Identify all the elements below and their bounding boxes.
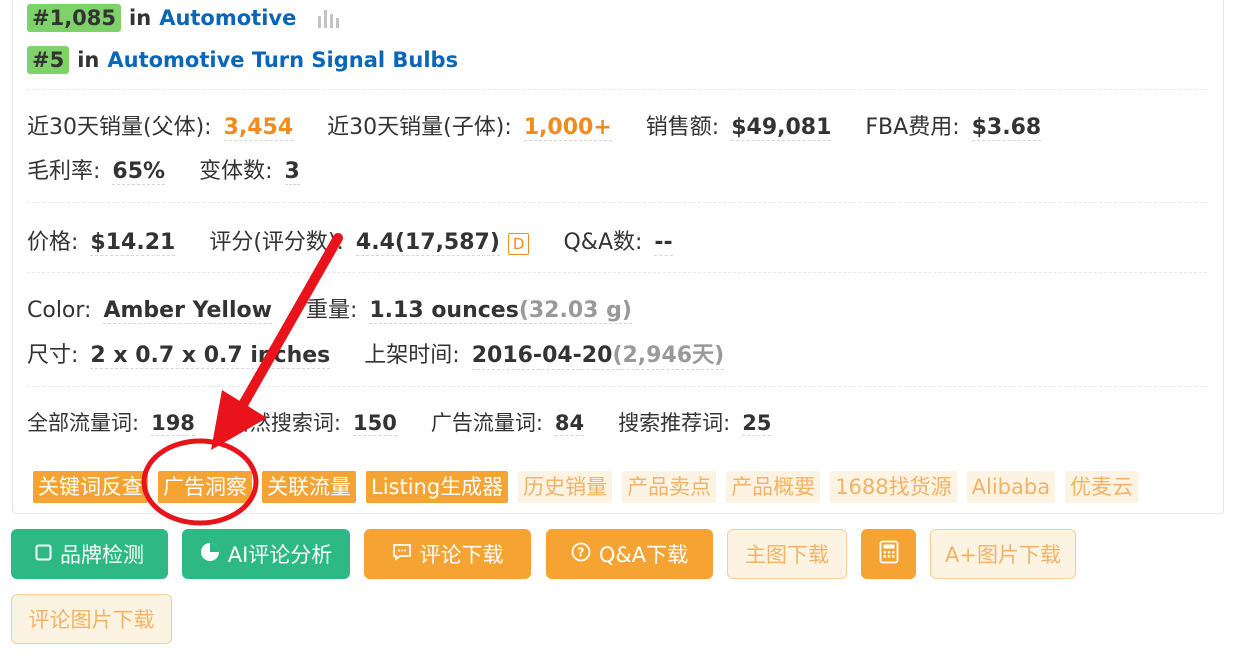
all-keywords-label: 全部流量词:: [27, 411, 140, 435]
margin-value: 65%: [112, 159, 166, 185]
rating-value: 4.4(17,587): [355, 230, 500, 256]
rank-in-text: in: [77, 48, 100, 72]
tag-related-traffic[interactable]: 关联流量: [262, 471, 356, 503]
rating-grade-badge[interactable]: D: [507, 233, 530, 255]
weight-label: 重量:: [305, 298, 358, 323]
all-keywords-value[interactable]: 198: [151, 411, 195, 436]
qa-count-label: Q&A数:: [563, 230, 643, 255]
svg-text:?: ?: [577, 545, 584, 559]
variants-label: 变体数:: [199, 159, 273, 184]
fba-fee-label: FBA费用:: [865, 115, 960, 140]
ad-keywords-label: 广告流量词:: [430, 411, 543, 435]
weight-value: 1.13 ounces(32.03 g): [369, 298, 632, 324]
tag-sales-history[interactable]: 历史销量: [518, 471, 613, 503]
tag-youmaiyun[interactable]: 优麦云: [1065, 471, 1139, 503]
revenue-value: $49,081: [731, 115, 832, 141]
main-image-download-label: 主图下载: [745, 543, 829, 567]
variants-value: 3: [284, 159, 300, 185]
rank-category-link[interactable]: Automotive: [159, 6, 296, 30]
size-value: 2 x 0.7 x 0.7 inches: [90, 343, 331, 369]
tag-product-summary[interactable]: 产品概要: [726, 471, 821, 503]
weight-ounces: 1.13 ounces: [369, 298, 519, 323]
square-icon: [35, 542, 52, 566]
brand-check-button[interactable]: 品牌检测: [11, 529, 168, 579]
organic-keywords-label: 自然搜索词:: [228, 411, 341, 435]
ai-review-analysis-label: AI评论分析: [227, 543, 333, 567]
rating-label: 评分(评分数):: [209, 230, 344, 255]
color-label: Color:: [27, 298, 92, 323]
listed-date-label: 上架时间:: [364, 343, 460, 368]
aplus-image-download-label: A+图片下载: [945, 543, 1061, 567]
question-circle-icon: ?: [571, 542, 591, 567]
sales-row-1: 近30天销量(父体): 3,454 近30天销量(子体): 1,000+ 销售额: $…: [27, 109, 1075, 141]
rank-row-turn-signal: #5 in Automotive Turn Signal Bulbs: [27, 46, 458, 74]
tag-alibaba[interactable]: Alibaba: [966, 471, 1056, 503]
attributes-row-1: Color: Amber Yellow 重量: 1.13 ounces(32.03 …: [27, 292, 666, 324]
review-image-download-label: 评论图片下载: [28, 608, 155, 632]
qa-download-button[interactable]: ? Q&A下载: [546, 529, 713, 579]
listed-date: 2016-04-20: [471, 343, 613, 368]
attributes-row-2: 尺寸: 2 x 0.7 x 0.7 inches 上架时间: 2016-04-20(…: [27, 337, 758, 370]
qa-count-value: --: [654, 230, 673, 256]
brand-check-label: 品牌检测: [60, 543, 144, 567]
fba-fee-value: $3.68: [971, 115, 1042, 141]
rank-in-text: in: [129, 6, 152, 30]
margin-label: 毛利率:: [27, 159, 101, 184]
qa-download-label: Q&A下载: [598, 543, 689, 567]
price-value: $14.21: [90, 230, 176, 256]
ai-review-analysis-button[interactable]: AI评论分析: [182, 529, 350, 579]
tag-ad-insight[interactable]: 广告洞察: [158, 471, 252, 503]
suggested-keywords-value[interactable]: 25: [742, 411, 772, 436]
rank-row-automotive: #1,085 in Automotive: [27, 4, 340, 32]
tag-listing-generator[interactable]: Listing生成器: [366, 471, 509, 503]
rank-badge: #1,085: [27, 4, 122, 32]
pie-chart-icon: [200, 542, 220, 567]
price-label: 价格:: [27, 230, 79, 255]
listed-date-value: 2016-04-20(2,946天): [471, 337, 725, 370]
rank-category-link[interactable]: Automotive Turn Signal Bulbs: [107, 48, 458, 72]
organic-keywords-value[interactable]: 150: [353, 411, 397, 436]
color-value: Amber Yellow: [103, 298, 272, 324]
sales-row-2: 毛利率: 65% 变体数: 3: [27, 153, 334, 185]
tag-1688-sourcing[interactable]: 1688找货源: [830, 471, 957, 503]
review-download-button[interactable]: 评论下载: [364, 529, 531, 579]
divider: [27, 89, 1207, 90]
review-image-download-button[interactable]: 评论图片下载: [11, 594, 172, 644]
divider: [27, 202, 1207, 203]
weight-grams: (32.03 g): [518, 298, 632, 323]
suggested-keywords-label: 搜索推荐词:: [618, 411, 731, 435]
child-sales-label: 近30天销量(子体):: [327, 115, 512, 140]
pricing-row: 价格: $14.21 评分(评分数): 4.4(17,587) D Q&A数: --: [27, 224, 707, 256]
revenue-label: 销售额:: [645, 115, 720, 140]
tool-tags: 关键词反查 广告洞察 关联流量 Listing生成器 历史销量 产品卖点 产品概…: [33, 471, 1139, 503]
calculator-icon: [879, 540, 899, 569]
tag-selling-points[interactable]: 产品卖点: [622, 471, 717, 503]
rank-badge: #5: [27, 46, 70, 74]
chat-icon: [392, 542, 412, 566]
review-download-label: 评论下载: [419, 543, 504, 567]
parent-sales-label: 近30天销量(父体):: [27, 115, 212, 140]
listed-days: (2,946天): [612, 343, 725, 368]
main-image-download-button[interactable]: 主图下载: [727, 529, 847, 579]
calculator-button[interactable]: [861, 529, 916, 579]
bar-chart-icon[interactable]: [318, 8, 340, 28]
aplus-image-download-button[interactable]: A+图片下载: [930, 529, 1076, 579]
child-sales-value: 1,000+: [523, 115, 612, 141]
parent-sales-value: 3,454: [223, 115, 294, 141]
divider: [27, 386, 1207, 387]
size-label: 尺寸:: [27, 343, 79, 368]
tag-keyword-reverse[interactable]: 关键词反查: [33, 471, 148, 503]
traffic-row: 全部流量词: 198 自然搜索词: 150 广告流量词: 84 搜索推荐词: 25: [27, 407, 805, 437]
ad-keywords-value[interactable]: 84: [554, 411, 585, 436]
divider: [27, 272, 1207, 273]
